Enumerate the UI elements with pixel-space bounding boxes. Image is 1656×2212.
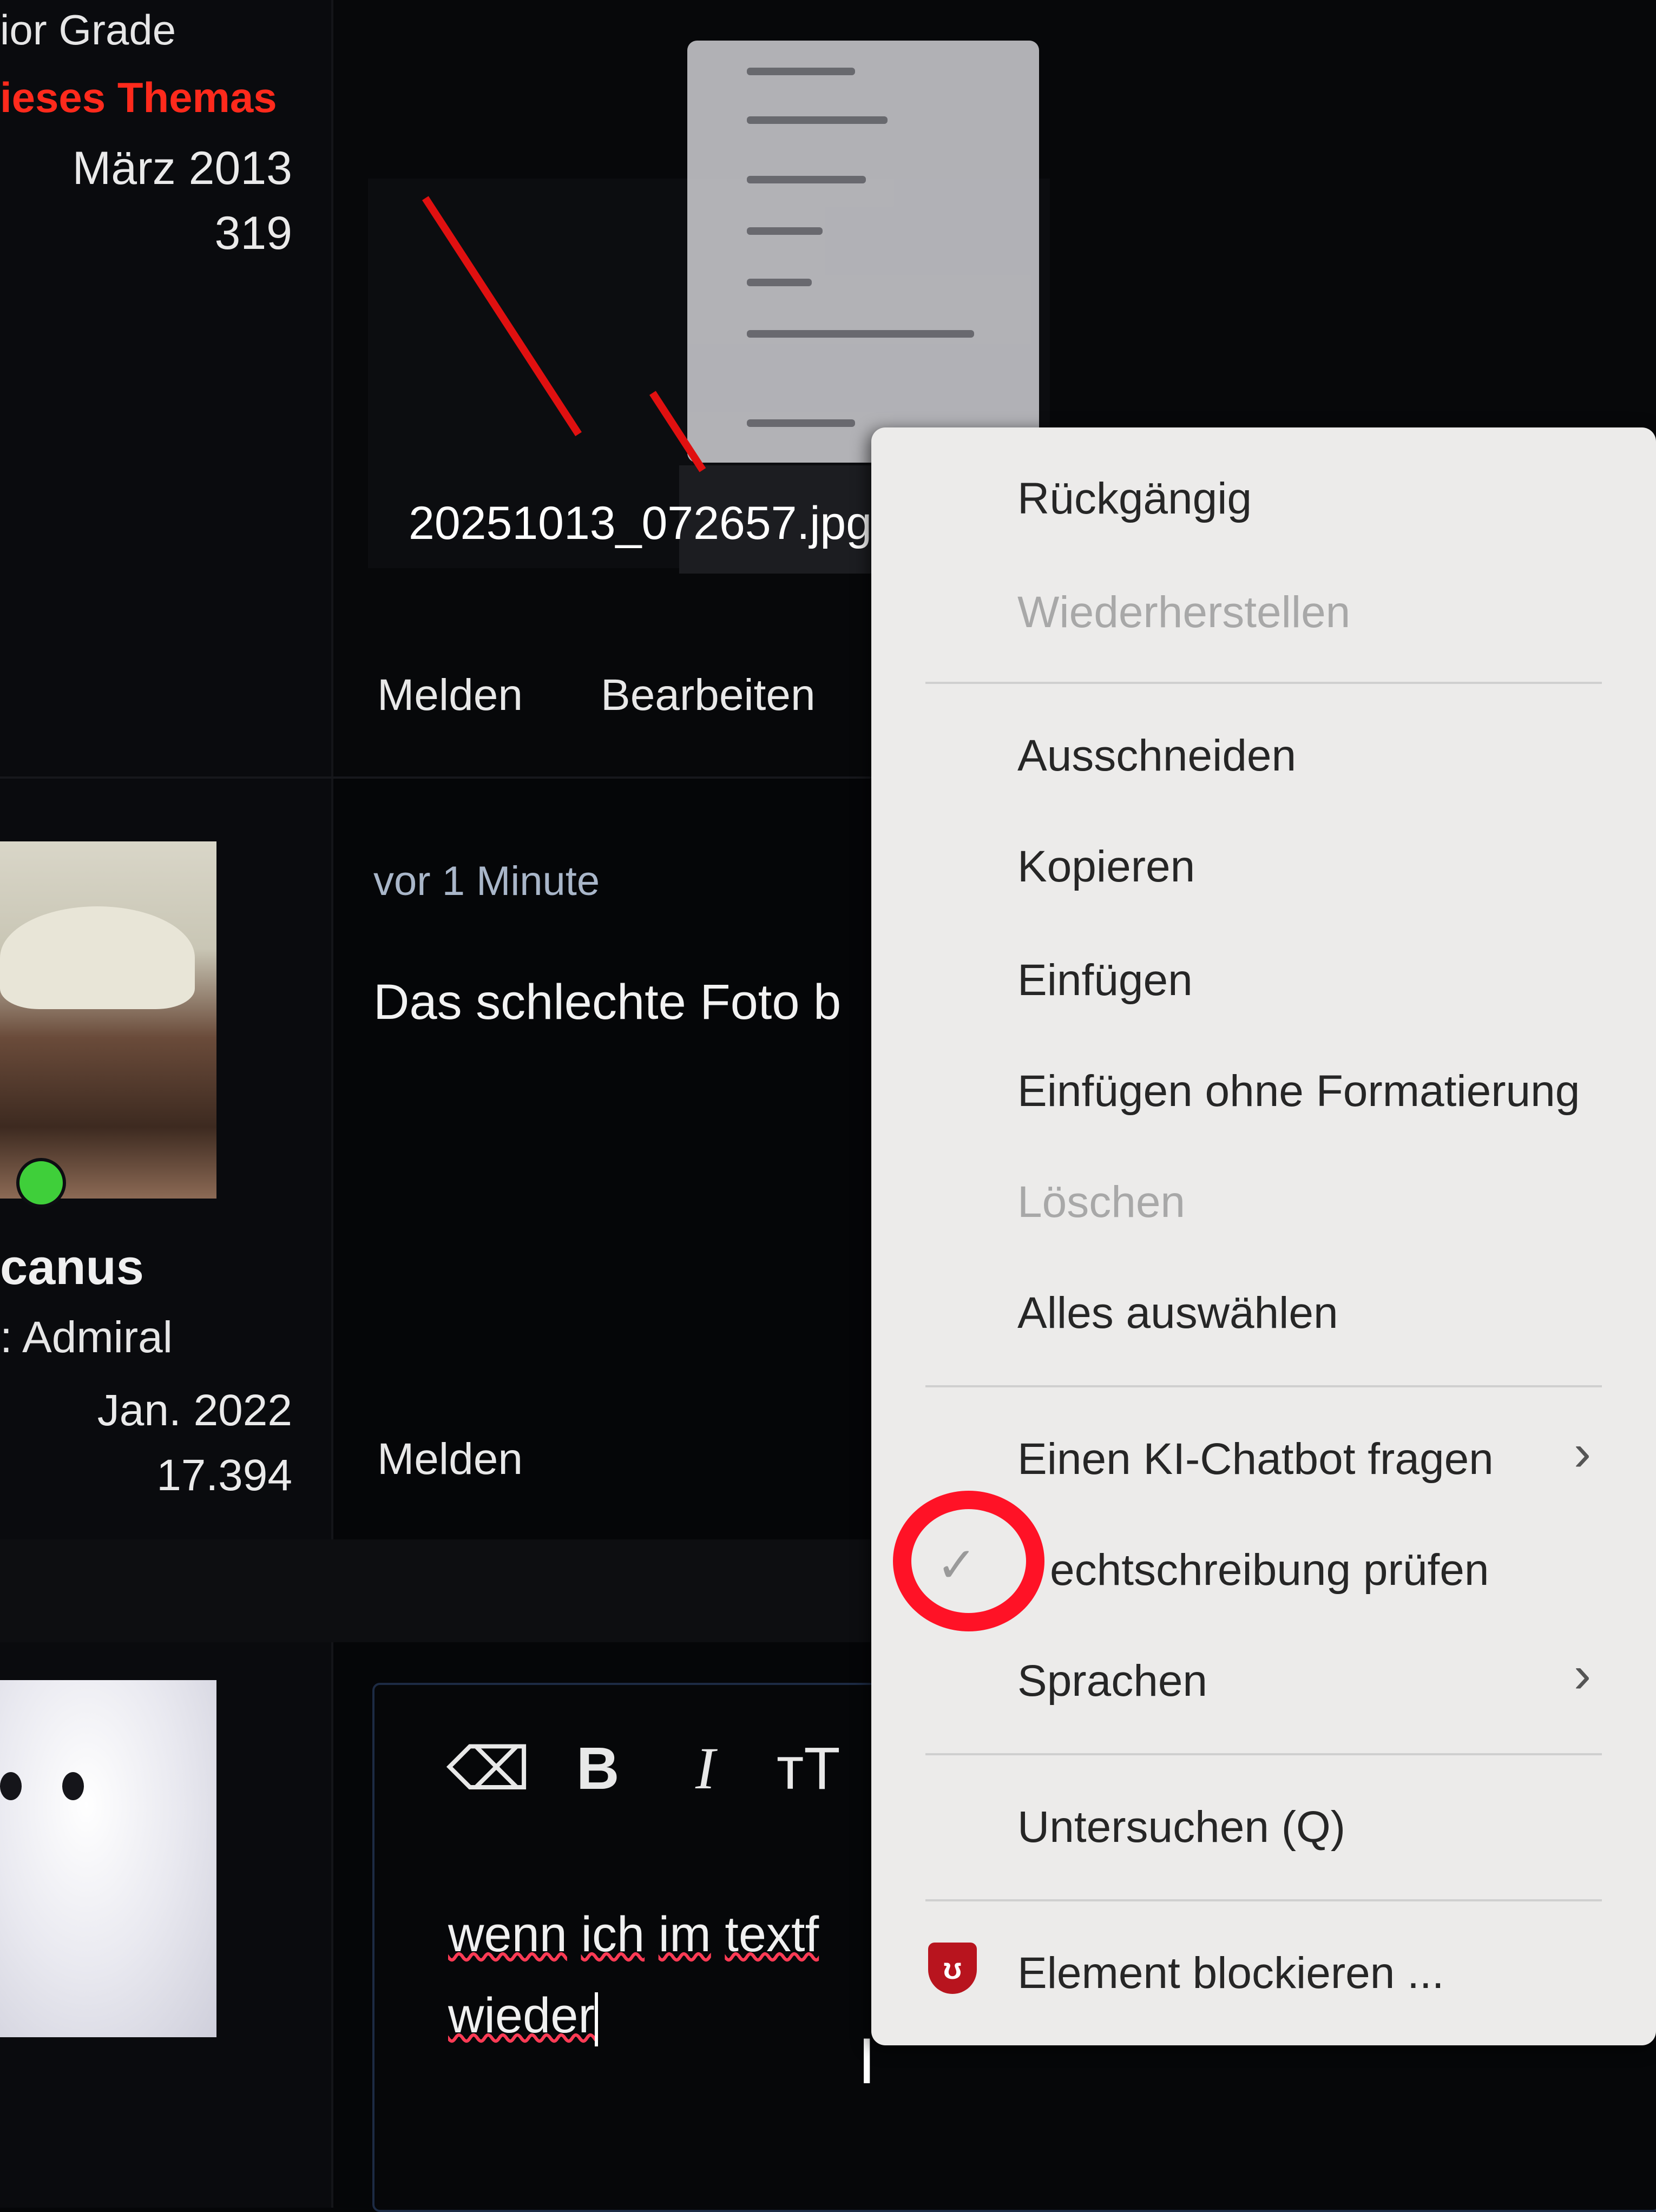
online-status-icon <box>16 1158 66 1208</box>
misspelled-word: im <box>658 1907 711 1962</box>
misspelled-word: textf <box>725 1907 819 1962</box>
menu-separator <box>925 1899 1602 1901</box>
thread-starter-badge: ieses Themas <box>0 74 277 121</box>
editor-text[interactable]: wenn ich im textf wieder <box>448 1894 819 2056</box>
user-rank: ior Grade <box>0 6 176 54</box>
menu-item-copy[interactable]: Kopieren <box>1017 841 1195 892</box>
menu-item-spellcheck[interactable]: echtschreibung prüfen <box>1050 1545 1489 1596</box>
bold-button[interactable]: B <box>576 1734 619 1803</box>
menu-item-paste[interactable]: Einfügen <box>1017 955 1193 1006</box>
report-link[interactable]: Melden <box>377 1434 523 1485</box>
ublock-origin-icon: ʊ <box>928 1943 977 1994</box>
menu-separator <box>925 1385 1602 1387</box>
avatar <box>0 1680 216 2037</box>
preview-context-menu-image <box>687 41 1039 463</box>
text-size-button[interactable]: тT <box>777 1734 840 1803</box>
text-caret <box>595 1992 599 2046</box>
attachment-filename[interactable]: 20251013_072657.jpg <box>409 497 872 550</box>
misspelled-word: wieder <box>448 1988 595 2043</box>
menu-item-block-element[interactable]: Element blockieren ... <box>1017 1948 1444 1999</box>
menu-item-paste-plain[interactable]: Einfügen ohne Formatierung <box>1017 1066 1580 1117</box>
avatar[interactable] <box>0 841 216 1199</box>
menu-item-undo[interactable]: Rückgängig <box>1017 473 1252 524</box>
chevron-right-icon: › <box>1574 1645 1591 1703</box>
menu-separator <box>925 1753 1602 1755</box>
misspelled-word: ich <box>581 1907 645 1962</box>
italic-button[interactable]: I <box>695 1734 715 1803</box>
menu-item-redo: Wiederherstellen <box>1017 588 1351 637</box>
menu-item-cut[interactable]: Ausschneiden <box>1017 730 1296 781</box>
user-rank: : Admiral <box>0 1313 173 1362</box>
menu-item-delete: Löschen <box>1017 1177 1186 1227</box>
report-link[interactable]: Melden <box>377 670 523 721</box>
menu-item-ask-chatbot[interactable]: Einen KI-Chatbot fragen <box>1017 1434 1494 1485</box>
post-count: 17.394 <box>156 1451 292 1500</box>
menu-item-select-all[interactable]: Alles auswählen <box>1017 1288 1338 1339</box>
misspelled-word: wenn <box>448 1907 567 1962</box>
username[interactable]: canus <box>0 1239 144 1296</box>
menu-item-inspect[interactable]: Untersuchen (Q) <box>1017 1802 1345 1853</box>
joined-date: März 2013 <box>72 142 292 194</box>
post-timestamp[interactable]: vor 1 Minute <box>373 858 600 905</box>
red-circle-annotation <box>893 1491 1044 1631</box>
menu-item-languages[interactable]: Sprachen <box>1017 1656 1207 1707</box>
joined-date: Jan. 2022 <box>97 1386 292 1435</box>
clear-format-button[interactable]: ⌫ <box>446 1734 531 1803</box>
post-count: 319 <box>214 207 293 259</box>
context-menu: Rückgängig Wiederherstellen Ausschneiden… <box>871 427 1656 2045</box>
chevron-right-icon: › <box>1574 1424 1591 1482</box>
edit-link[interactable]: Bearbeiten <box>601 670 816 721</box>
menu-separator <box>925 682 1602 684</box>
post-body: Das schlechte Foto b <box>373 975 842 1030</box>
